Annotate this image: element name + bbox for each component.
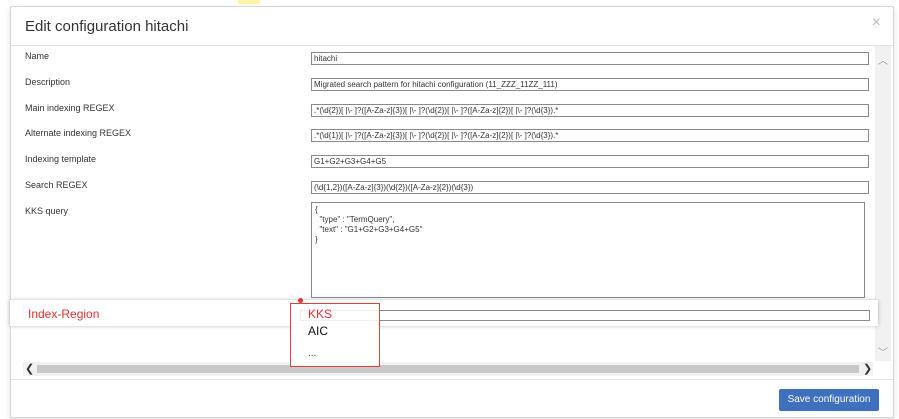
alternate-indexing-regex-label: Alternate indexing REGEX [25,128,132,138]
search-regex-label: Search REGEX [25,180,88,190]
search-regex-input[interactable]: (\d{1,2})([A-Za-z]{3})(\d{2})([A-Za-z]{2… [311,181,869,194]
name-input[interactable]: hitachi [311,52,869,65]
indexing-template-label: Indexing template [25,154,97,164]
horizontal-scrollbar[interactable]: ❮ ❯ [23,362,873,376]
kks-query-textarea[interactable]: { "type" : "TermQuery", "text" : "G1+G2+… [311,202,865,298]
index-region-input[interactable] [300,310,870,321]
indexing-template-input[interactable]: G1+G2+G3+G4+G5 [311,155,869,168]
dialog-title: Edit configuration hitachi [25,18,189,35]
option-kks[interactable]: KKS [308,307,332,321]
index-region-label: Index-Region [28,307,100,321]
main-indexing-regex-input[interactable]: .*(\d{2})[ |\- ]?([A-Za-z]{3})[ |\- ]?(\… [311,104,869,117]
description-label: Description [25,77,71,87]
index-region-row: Index-Region [10,300,878,326]
scroll-right-icon[interactable]: ❯ [863,362,872,375]
description-input[interactable]: Migrated search pattern for hitachi conf… [311,78,869,91]
save-configuration-button[interactable]: Save configuration [779,389,879,411]
dialog-body: Name hitachi Description Migrated search… [11,46,893,379]
option-aic[interactable]: AIC [308,324,328,338]
main-indexing-regex-label: Main indexing REGEX [25,103,115,113]
scrollbar-thumb[interactable] [37,365,859,373]
index-region-dropdown[interactable]: KKS AIC ... [290,303,380,367]
scroll-down-icon[interactable]: ﹀ [878,344,888,359]
alternate-indexing-regex-input[interactable]: .*(\d{1})[ |\- ]?([A-Za-z]{3})[ |\- ]?(\… [311,129,869,142]
dialog-header: Edit configuration hitachi × [11,7,893,46]
highlight-mark [238,0,260,4]
scroll-up-icon[interactable]: ︿ [878,52,888,67]
footer-divider [11,379,893,380]
kks-query-label: KKS query [25,206,69,216]
close-icon[interactable]: × [872,14,881,32]
option-more[interactable]: ... [308,348,316,359]
edit-configuration-dialog: Edit configuration hitachi × Name hitach… [10,6,894,418]
name-label: Name [25,51,50,61]
scroll-left-icon[interactable]: ❮ [25,362,34,375]
